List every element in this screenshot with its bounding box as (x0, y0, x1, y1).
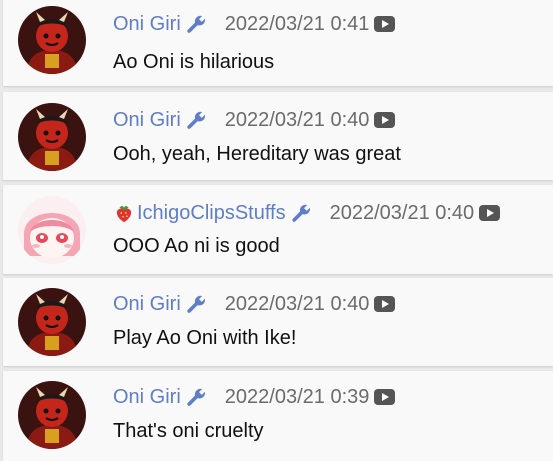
author-name[interactable]: Oni Giri (113, 109, 181, 132)
video-play-icon[interactable] (374, 296, 396, 312)
avatar[interactable] (18, 103, 86, 171)
ichigo-avatar-icon (18, 196, 86, 264)
timestamp[interactable]: 2022/03/21 0:40 (330, 202, 475, 225)
author-name[interactable]: IchigoClipsStuffs (137, 202, 286, 225)
wrench-icon (185, 13, 207, 35)
chat-message: Oni Giri 2022/03/21 0:40 Ooh, yeah, Here… (3, 92, 553, 180)
video-play-icon[interactable] (374, 389, 396, 405)
avatar[interactable] (18, 381, 86, 449)
timestamp[interactable]: 2022/03/21 0:40 (225, 109, 370, 132)
author-name[interactable]: Oni Giri (113, 386, 181, 409)
message-header: Oni Giri 2022/03/21 0:39 (113, 384, 396, 410)
chat-message: IchigoClipsStuffs 2022/03/21 0:40 OOO Ao… (3, 185, 553, 274)
message-header: IchigoClipsStuffs 2022/03/21 0:40 (113, 200, 501, 226)
message-text: OOO Ao ni is good (113, 235, 280, 257)
message-text: That's oni cruelty (113, 420, 264, 442)
video-play-icon[interactable] (374, 112, 396, 128)
oni-avatar-icon (18, 381, 86, 449)
oni-avatar-icon (18, 103, 86, 171)
chat-message: Oni Giri 2022/03/21 0:40 Play Ao Oni wit… (3, 278, 553, 366)
message-header: Oni Giri 2022/03/21 0:41 (113, 11, 396, 37)
message-text: Play Ao Oni with Ike! (113, 327, 297, 349)
chat-message: Oni Giri 2022/03/21 0:41 Ao Oni is hilar… (3, 0, 553, 86)
wrench-icon (290, 202, 312, 224)
wrench-icon (185, 109, 207, 131)
message-text: Ooh, yeah, Hereditary was great (113, 143, 401, 165)
chat-message-list: Oni Giri 2022/03/21 0:41 Ao Oni is hilar… (0, 0, 553, 461)
video-play-icon[interactable] (374, 16, 396, 32)
avatar[interactable] (18, 288, 86, 356)
message-header: Oni Giri 2022/03/21 0:40 (113, 107, 396, 133)
oni-avatar-icon (18, 6, 86, 74)
avatar[interactable] (18, 196, 86, 264)
author-name[interactable]: Oni Giri (113, 13, 181, 36)
wrench-icon (185, 293, 207, 315)
timestamp[interactable]: 2022/03/21 0:40 (225, 293, 370, 316)
chat-message: Oni Giri 2022/03/21 0:39 That's oni crue… (3, 371, 553, 461)
video-play-icon[interactable] (479, 205, 501, 221)
message-header: Oni Giri 2022/03/21 0:40 (113, 291, 396, 317)
author-name[interactable]: Oni Giri (113, 293, 181, 316)
timestamp[interactable]: 2022/03/21 0:41 (225, 13, 370, 36)
timestamp[interactable]: 2022/03/21 0:39 (225, 386, 370, 409)
avatar[interactable] (18, 6, 86, 74)
wrench-icon (185, 386, 207, 408)
strawberry-icon (113, 202, 135, 224)
oni-avatar-icon (18, 288, 86, 356)
message-text: Ao Oni is hilarious (113, 51, 275, 73)
